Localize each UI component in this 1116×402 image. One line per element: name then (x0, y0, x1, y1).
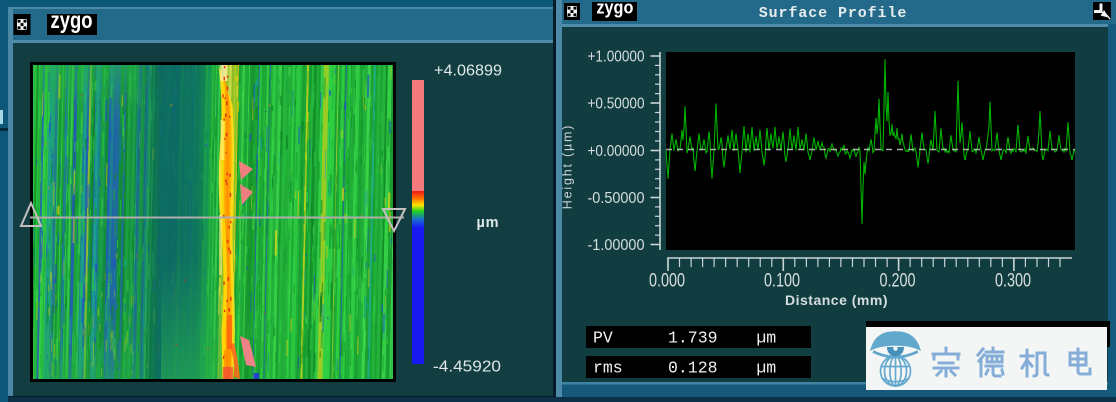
svg-text:µm: µm (756, 359, 776, 378)
svg-text:0.100: 0.100 (764, 271, 800, 292)
svg-text:PV: PV (593, 329, 613, 348)
svg-text:+0.50000: +0.50000 (588, 95, 645, 112)
svg-text:1.739: 1.739 (668, 329, 718, 348)
svg-text:0.300: 0.300 (995, 271, 1031, 292)
svg-text:+0.00000: +0.00000 (588, 143, 645, 160)
svg-text:µm: µm (477, 215, 500, 231)
svg-text:Height (µm): Height (µm) (561, 124, 575, 209)
svg-text:+1.00000: +1.00000 (588, 48, 645, 65)
svg-text:-0.50000: -0.50000 (588, 190, 645, 207)
svg-text:zygo: zygo (596, 0, 633, 18)
svg-text:µm: µm (756, 329, 776, 348)
svg-text:0.128: 0.128 (668, 359, 718, 378)
svg-text:+4.06899: +4.06899 (434, 63, 502, 80)
svg-text:rms: rms (593, 359, 623, 378)
svg-text:-1.00000: -1.00000 (588, 237, 645, 254)
svg-text:0.200: 0.200 (880, 271, 916, 292)
svg-text:Surface Profile: Surface Profile (759, 5, 908, 22)
svg-text:-4.45920: -4.45920 (433, 359, 501, 376)
svg-text:Distance (mm): Distance (mm) (785, 292, 888, 308)
svg-text:zygo: zygo (51, 7, 93, 33)
svg-text:0.000: 0.000 (649, 271, 685, 292)
